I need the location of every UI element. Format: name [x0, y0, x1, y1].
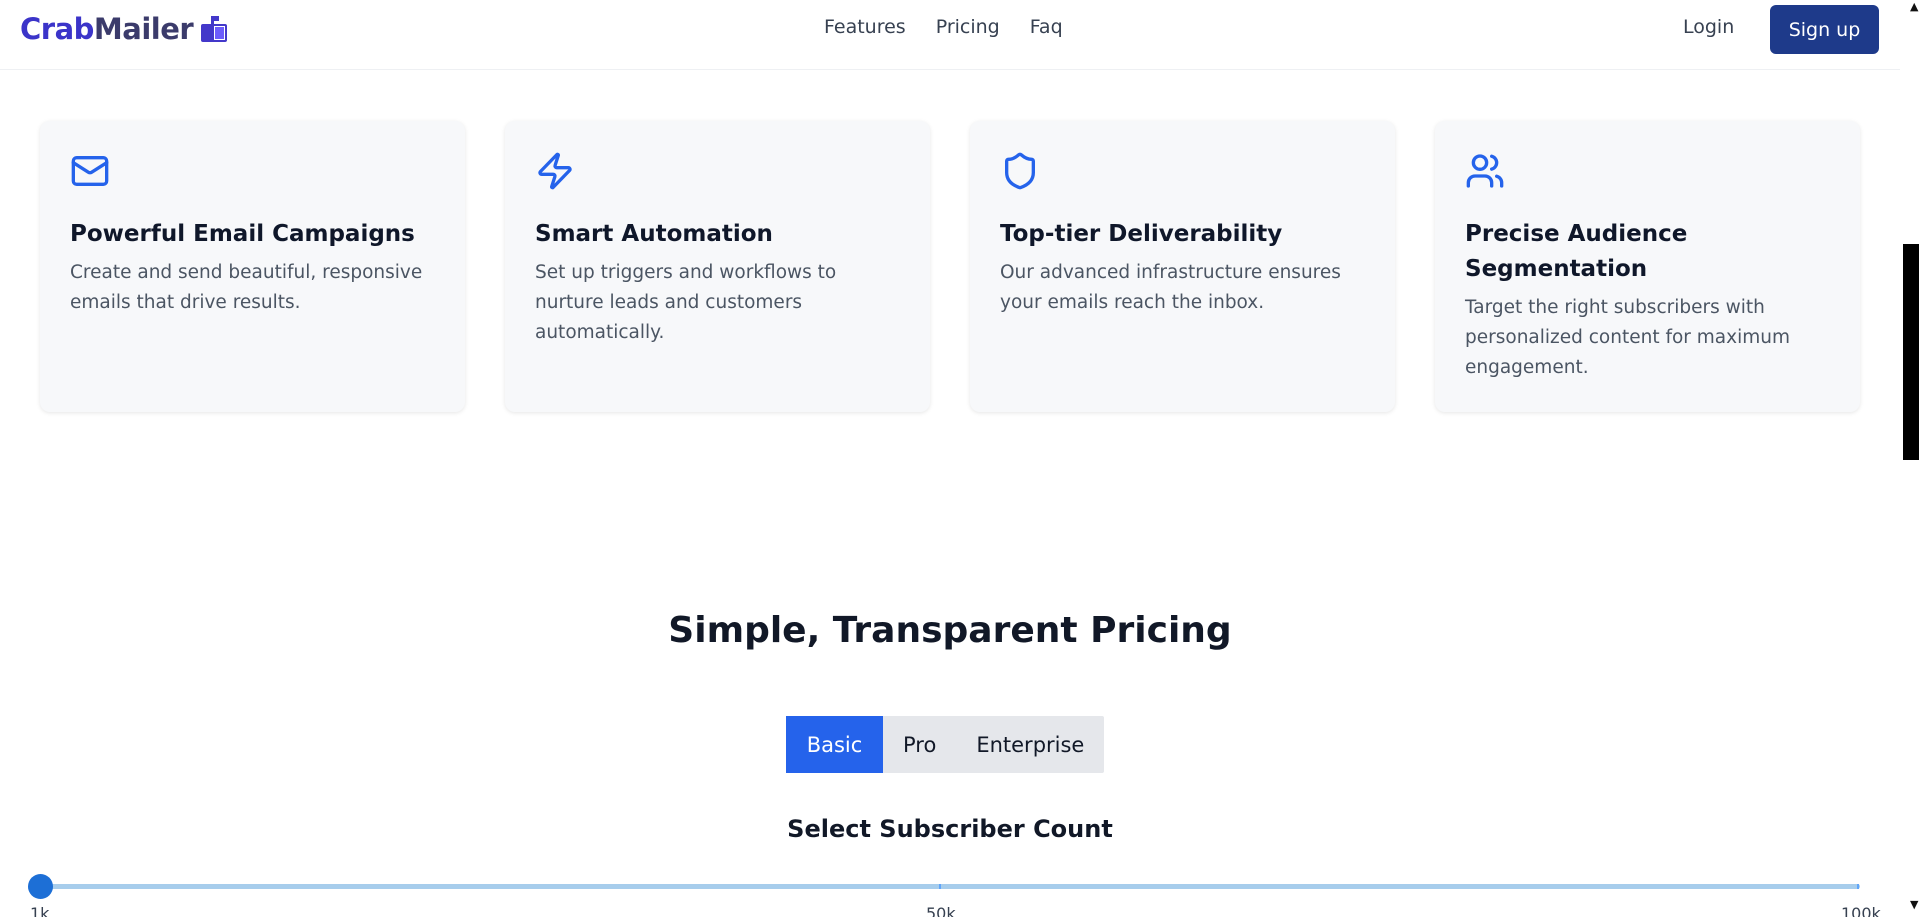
scroll-up-arrow-icon[interactable]: ▲ — [1910, 0, 1918, 13]
plan-tabs: Basic Pro Enterprise — [786, 716, 1105, 773]
signup-button[interactable]: Sign up — [1770, 5, 1879, 54]
feature-description: Target the right subscribers with person… — [1465, 297, 1790, 378]
feature-description: Set up triggers and workflows to nurture… — [535, 262, 837, 343]
tab-basic[interactable]: Basic — [786, 716, 883, 773]
tab-pro[interactable]: Pro — [883, 716, 956, 773]
brand-name: CrabMailer — [20, 12, 194, 46]
subscriber-slider-track[interactable] — [40, 884, 1860, 889]
pricing-heading: Simple, Transparent Pricing — [668, 610, 1232, 651]
slider-tick-max — [1857, 884, 1859, 889]
main-nav: Features Pricing Faq — [824, 16, 1063, 38]
slider-max-label: 100k — [1841, 904, 1881, 917]
nav-features[interactable]: Features — [824, 16, 906, 38]
slider-mid-label: 50k — [926, 904, 956, 917]
mailbox-icon — [201, 16, 228, 42]
subscriber-count-heading: Select Subscriber Count — [787, 815, 1113, 843]
lightning-icon — [538, 152, 572, 190]
scroll-down-arrow-icon[interactable]: ▼ — [1910, 898, 1918, 911]
feature-description: Create and send beautiful, responsive em… — [70, 262, 423, 313]
subscriber-slider-thumb[interactable] — [28, 874, 53, 899]
nav-pricing[interactable]: Pricing — [936, 16, 1000, 38]
feature-title: Precise Audience Segmentation — [1465, 221, 1688, 282]
feature-card-audience-segmentation: Precise Audience Segmentation Target the… — [1435, 121, 1860, 412]
slider-tick-mid — [939, 884, 941, 889]
shield-icon — [1005, 152, 1035, 190]
feature-description: Our advanced infrastructure ensures your… — [1000, 262, 1341, 313]
feature-card-smart-automation: Smart Automation Set up triggers and wor… — [505, 121, 930, 412]
login-link[interactable]: Login — [1683, 16, 1734, 38]
feature-card-deliverability: Top-tier Deliverability Our advanced inf… — [970, 121, 1395, 412]
page: CrabMailer Features Pricing Faq Login Si… — [0, 0, 1919, 917]
feature-card-email-campaigns: Powerful Email Campaigns Create and send… — [40, 121, 465, 412]
slider-min-label: 1k — [30, 904, 50, 917]
nav-faq[interactable]: Faq — [1030, 16, 1063, 38]
feature-title: Smart Automation — [535, 221, 773, 247]
users-icon — [1466, 154, 1504, 188]
scrollbar-thumb[interactable] — [1903, 244, 1919, 460]
tab-enterprise[interactable]: Enterprise — [956, 716, 1104, 773]
feature-title: Powerful Email Campaigns — [70, 221, 415, 247]
feature-title: Top-tier Deliverability — [1000, 221, 1283, 247]
mail-icon — [71, 156, 109, 186]
brand-logo[interactable]: CrabMailer — [20, 12, 231, 46]
top-navbar: CrabMailer Features Pricing Faq Login Si… — [0, 0, 1900, 70]
